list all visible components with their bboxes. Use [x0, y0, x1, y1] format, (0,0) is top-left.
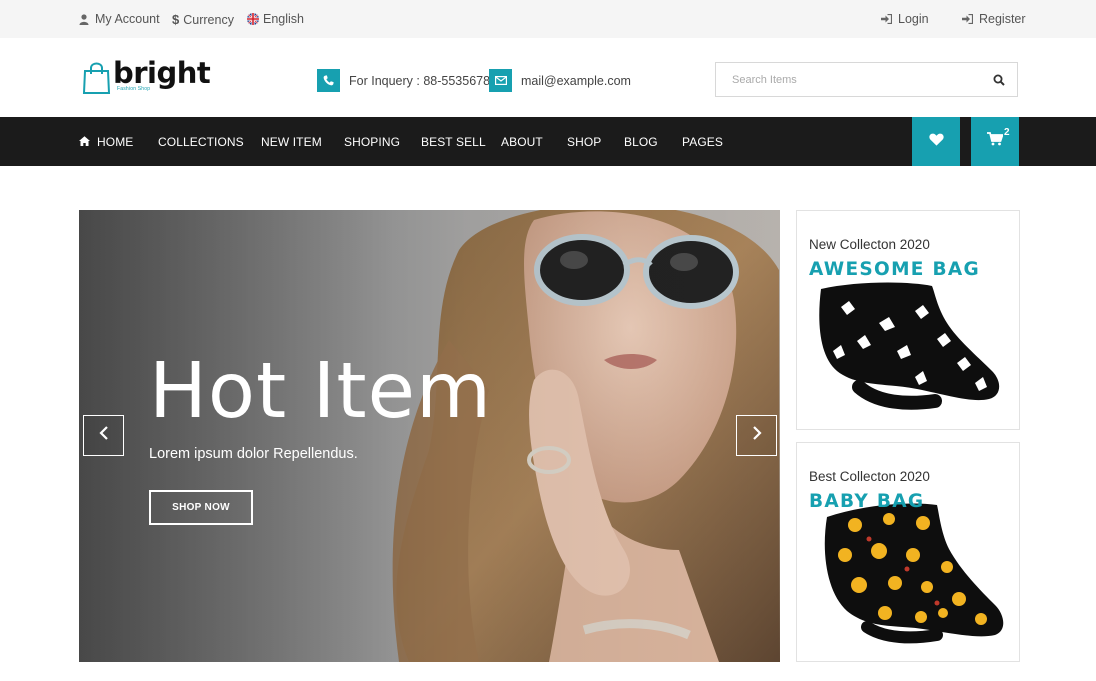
uk-flag-icon [247, 13, 259, 25]
shopping-bag-logo-icon [82, 62, 111, 99]
nav-item-home[interactable]: HOME [79, 135, 133, 149]
heart-icon [928, 133, 944, 151]
top-bar: My Account $ Currency English Login Regi… [0, 0, 1096, 38]
nav-item-pages[interactable]: PAGES [682, 135, 723, 149]
nav-item-label: BLOG [624, 135, 658, 149]
nav-item-label: HOME [97, 135, 134, 149]
cart-icon [987, 132, 1004, 151]
wishlist-button[interactable] [912, 117, 960, 166]
main-nav: HOME COLLECTIONS NEW ITEM SHOPING BEST S… [0, 117, 1096, 166]
login-label: Login [898, 12, 929, 26]
user-icon [79, 13, 89, 25]
register-label: Register [979, 12, 1026, 26]
banner-baby-bag[interactable]: Best Collecton 2020 BABY BAG [796, 442, 1020, 662]
chevron-right-icon [752, 426, 762, 445]
phone-text: For Inquery : 88-5535678 [349, 73, 491, 88]
login-icon [881, 14, 892, 24]
register-icon [962, 14, 973, 24]
site-logo[interactable]: bright Fashion Shop [82, 56, 212, 99]
search-input[interactable] [716, 63, 986, 96]
my-account-label: My Account [95, 12, 160, 26]
home-icon [79, 135, 90, 149]
logo-wordmark: bright [113, 56, 211, 90]
cart-count-badge: 2 [1004, 127, 1010, 138]
nav-item-blog[interactable]: BLOG [624, 135, 658, 149]
nav-item-best-sell[interactable]: BEST SELL [421, 135, 486, 149]
search-icon[interactable] [993, 73, 1007, 87]
banner-heading: BABY BAG [809, 491, 925, 512]
currency-label: Currency [183, 12, 234, 27]
nav-item-label: BEST SELL [421, 135, 486, 149]
currency-selector[interactable]: $ Currency [172, 12, 234, 27]
dollar-icon: $ [172, 12, 180, 27]
hero-subtitle: Lorem ipsum dolor Repellendus. [149, 446, 358, 462]
language-selector[interactable]: English [247, 12, 304, 26]
slider-next-button[interactable] [736, 415, 777, 456]
nav-item-new-item[interactable]: NEW ITEM [261, 135, 322, 149]
search-box [715, 62, 1018, 97]
nav-item-collections[interactable]: COLLECTIONS [158, 135, 244, 149]
contact-email[interactable]: mail@example.com [489, 69, 631, 92]
nav-item-label: SHOP [567, 135, 602, 149]
nav-item-label: SHOPING [344, 135, 401, 149]
nav-item-shoping[interactable]: SHOPING [344, 135, 400, 149]
nav-item-label: ABOUT [501, 135, 543, 149]
email-text: mail@example.com [521, 73, 631, 88]
mail-icon [489, 69, 512, 92]
phone-icon [317, 69, 340, 92]
hero-photo [79, 210, 780, 662]
nav-item-label: COLLECTIONS [158, 135, 244, 149]
banner-awesome-bag[interactable]: New Collecton 2020 AWESOME BAG [796, 210, 1020, 430]
nav-item-shop[interactable]: SHOP [567, 135, 601, 149]
login-link[interactable]: Login [881, 12, 929, 26]
nav-item-label: NEW ITEM [261, 135, 322, 149]
nav-item-about[interactable]: ABOUT [501, 135, 543, 149]
register-link[interactable]: Register [962, 12, 1026, 26]
my-account-link[interactable]: My Account [79, 12, 160, 26]
banner-caption: Best Collecton 2020 [809, 469, 930, 484]
banner-caption: New Collecton 2020 [809, 237, 930, 252]
banner-heading: AWESOME BAG [809, 259, 980, 280]
logo-tagline: Fashion Shop [117, 86, 151, 92]
slider-prev-button[interactable] [83, 415, 124, 456]
language-label: English [263, 12, 304, 26]
shop-now-button[interactable]: SHOP NOW [149, 490, 253, 525]
contact-phone: For Inquery : 88-5535678 [317, 69, 490, 92]
nav-item-label: PAGES [682, 135, 723, 149]
cart-button[interactable]: 2 [971, 117, 1019, 166]
hero-slider: Hot Item Lorem ipsum dolor Repellendus. … [79, 210, 780, 662]
hero-title: Hot Item [149, 347, 492, 436]
chevron-left-icon [98, 426, 109, 445]
